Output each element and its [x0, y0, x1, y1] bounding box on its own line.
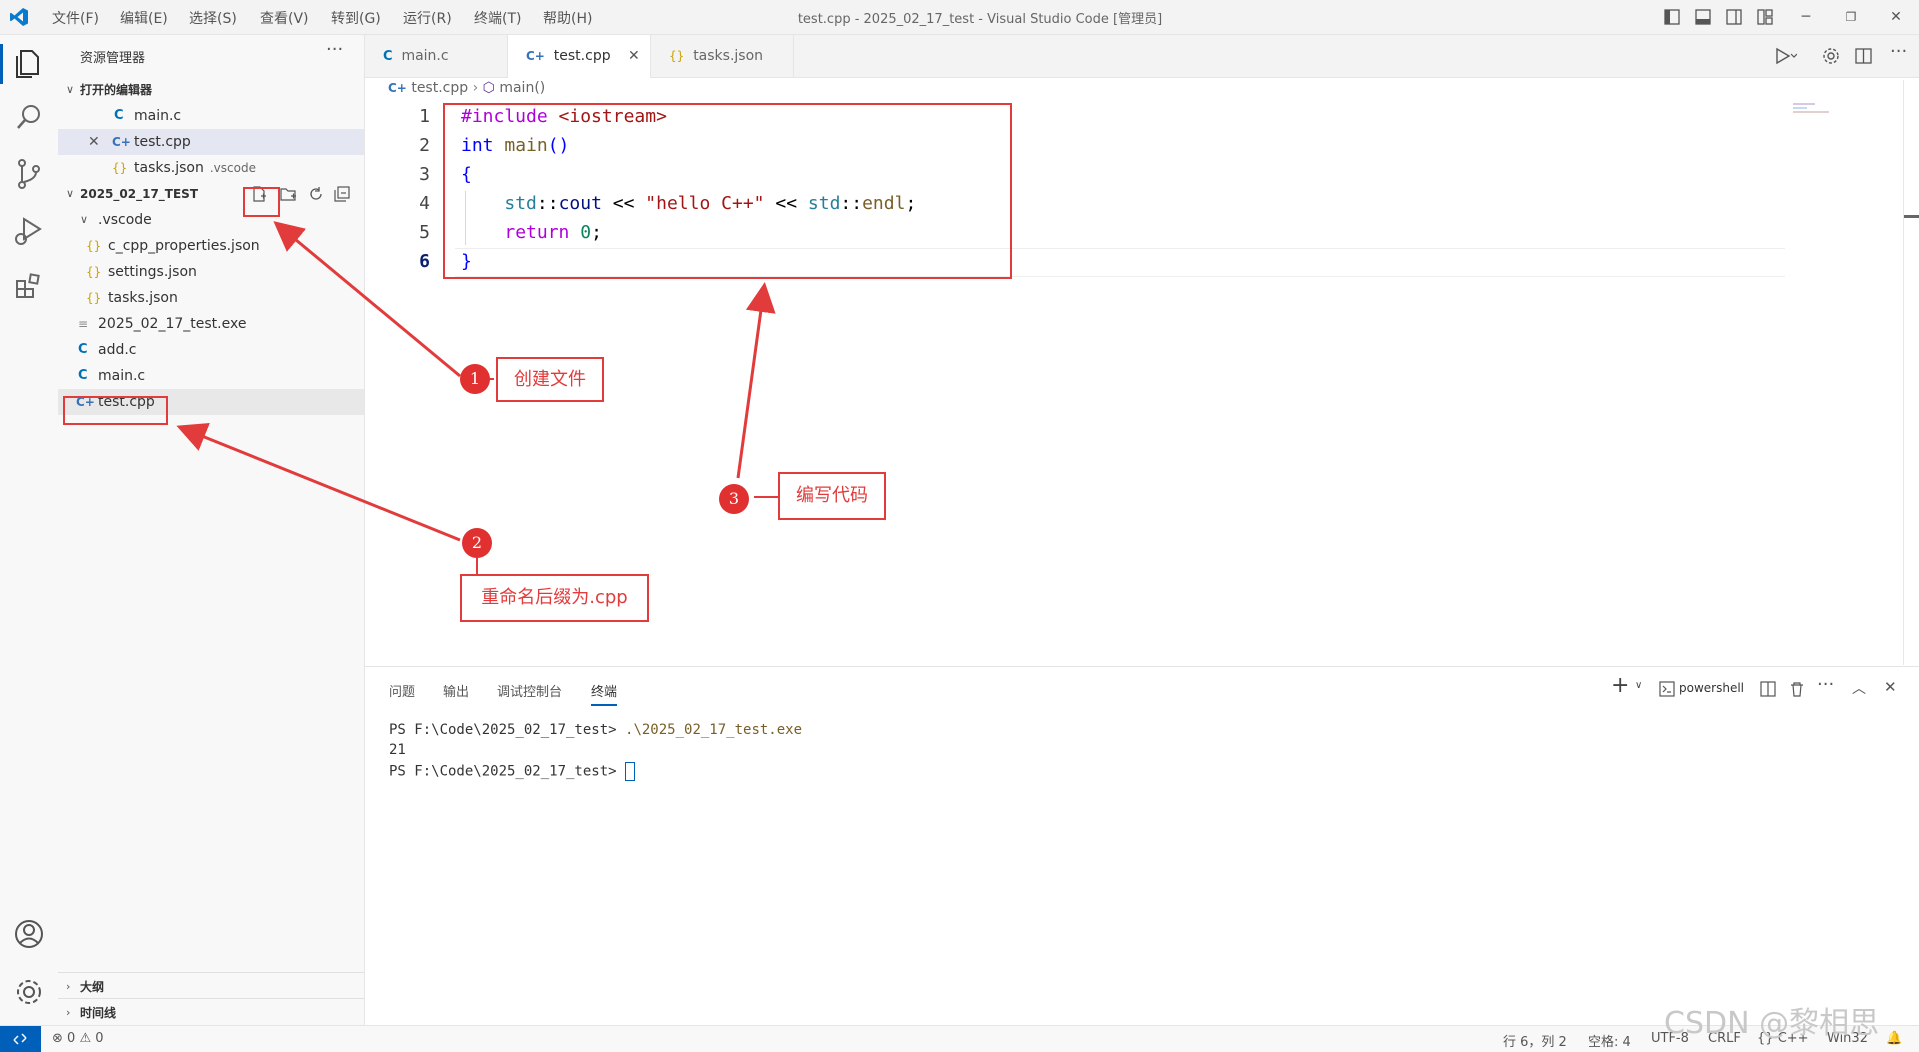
test-cpp-highlight-box [63, 396, 168, 425]
csdn-watermark: CSDN @黎相思 [1664, 1006, 1880, 1041]
annotation-label-3: 编写代码 [778, 472, 886, 520]
arrow-to-test-cpp [176, 423, 461, 542]
new-file-highlight-box [243, 187, 280, 217]
arrow-to-code [736, 282, 776, 479]
arrow-to-new-file [273, 221, 461, 378]
annotation-label-2: 重命名后缀为.cpp [460, 574, 649, 622]
annotation-label-1: 创建文件 [496, 357, 604, 402]
annotation-badge-1: 1 [460, 364, 490, 394]
code-highlight-box [443, 103, 1012, 279]
annotation-badge-3: 3 [719, 484, 749, 514]
annotation-badge-2: 2 [462, 528, 492, 558]
